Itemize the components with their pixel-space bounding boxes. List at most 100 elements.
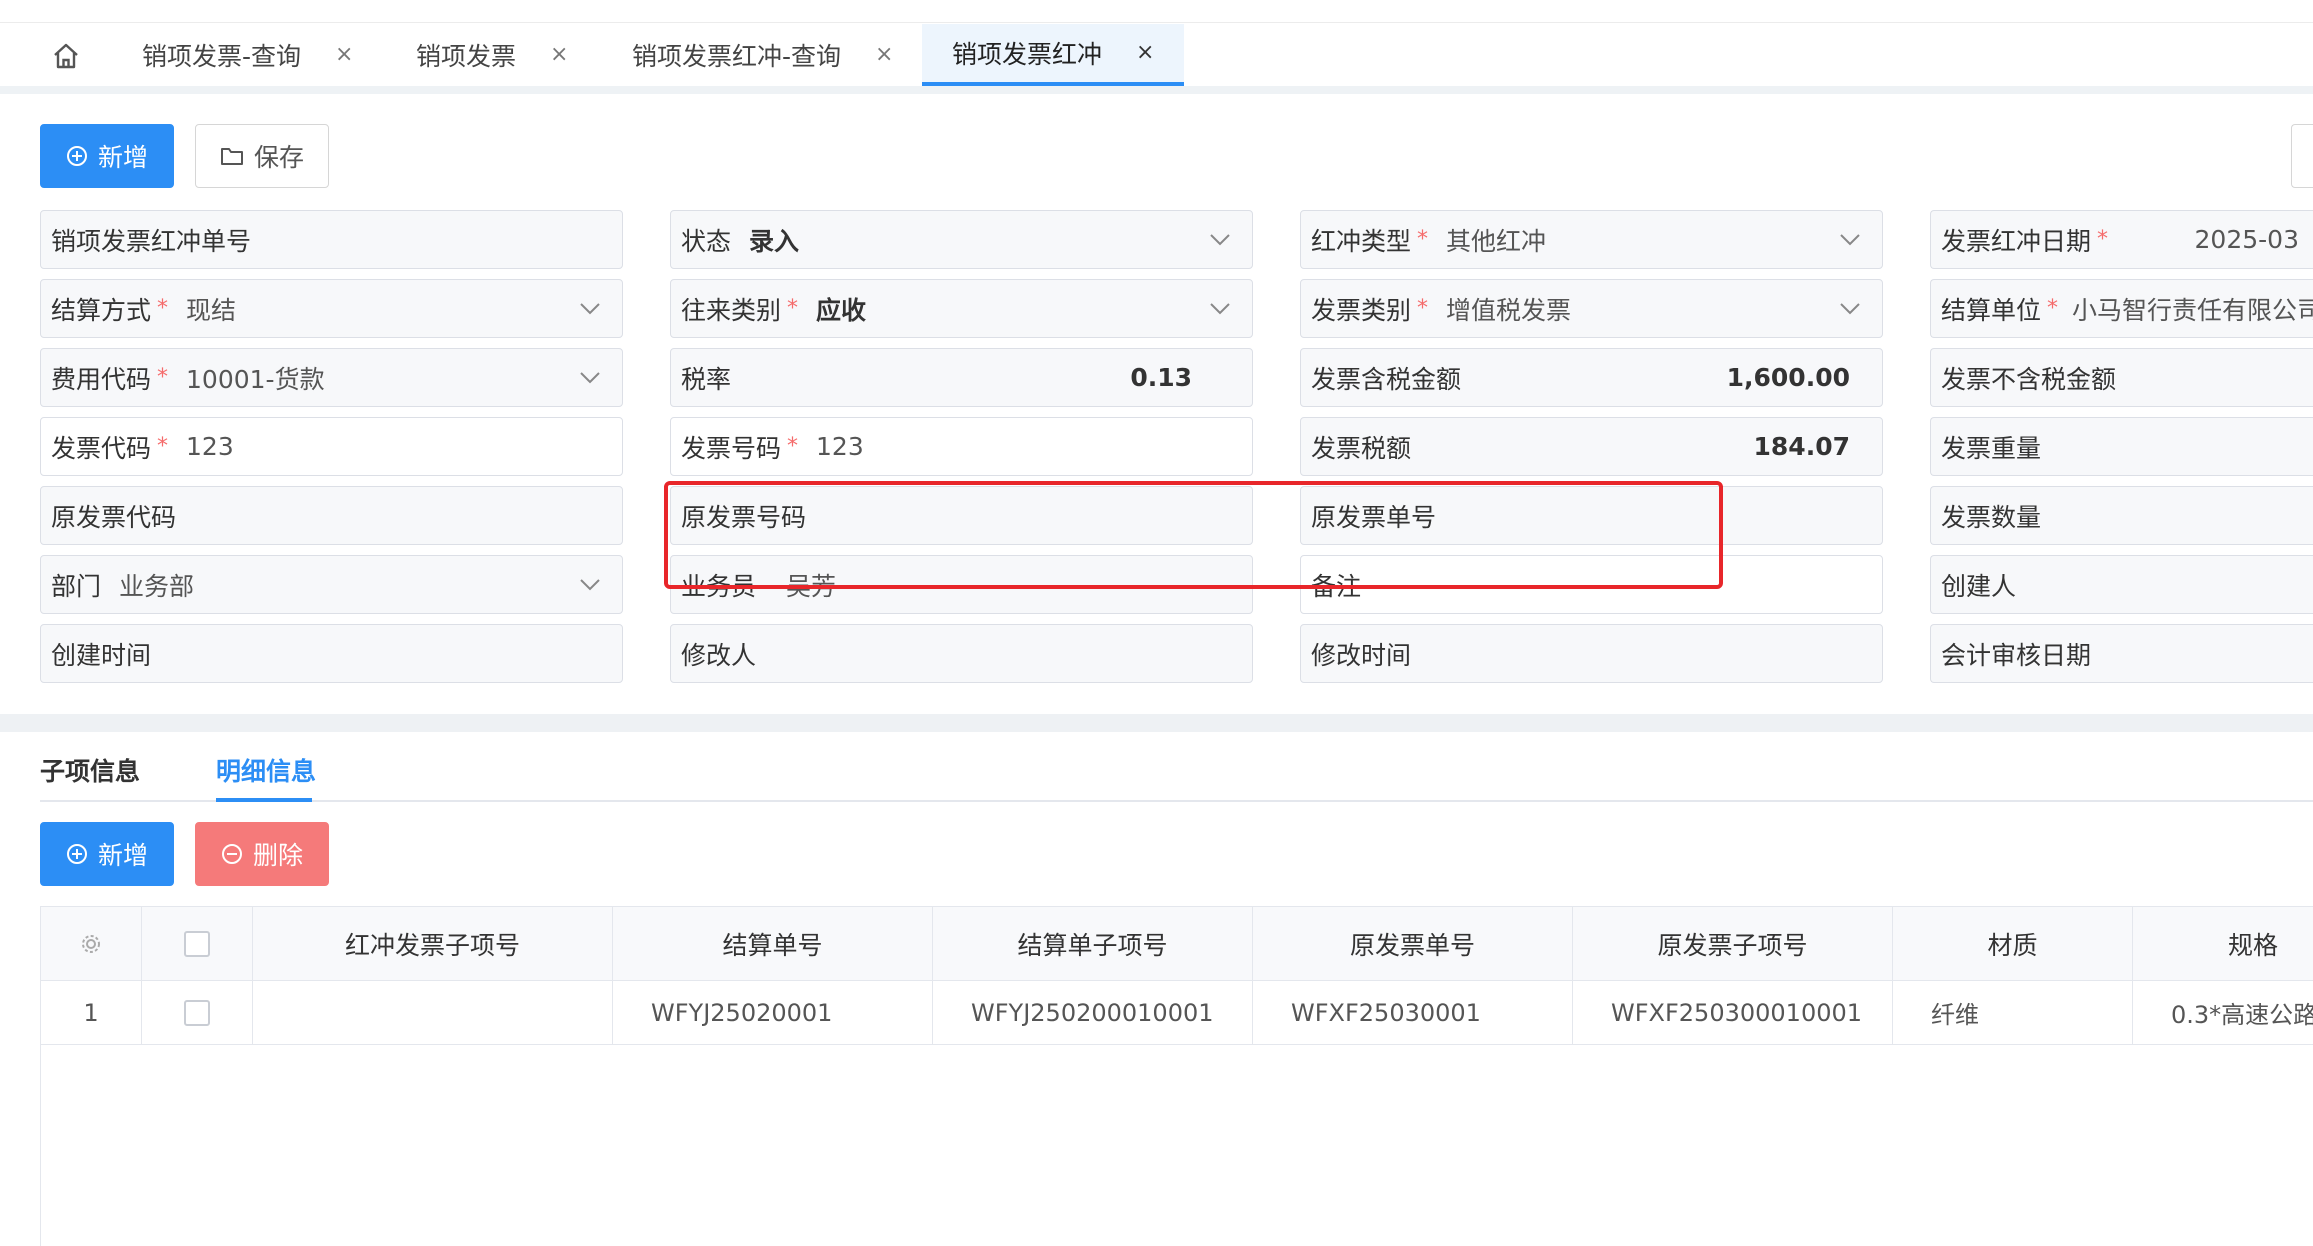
invoice-weight-field[interactable]: 发票重量 <box>1930 417 2313 476</box>
close-icon[interactable]: × <box>875 44 893 66</box>
salesman-field[interactable]: 业务员 吴芳 <box>670 555 1253 614</box>
chevron-down-icon <box>572 567 608 603</box>
field-value: 现结 <box>186 295 237 325</box>
field-label: 结算单位 <box>1941 295 2042 325</box>
red-type-select[interactable]: 红冲类型 * 其他红冲 <box>1300 210 1883 269</box>
table-cell[interactable]: WFYJ25020001 <box>613 981 933 1044</box>
header-select-all[interactable] <box>142 907 253 980</box>
tab-label: 销项发票红冲-查询 <box>632 42 842 71</box>
column-header[interactable]: 结算单子项号 <box>933 907 1253 980</box>
column-settings[interactable] <box>41 907 142 980</box>
row-select[interactable] <box>142 981 253 1044</box>
orig-invoice-code-field[interactable]: 原发票代码 <box>40 486 623 545</box>
field-label: 税率 <box>681 364 732 394</box>
column-header[interactable]: 红冲发票子项号 <box>253 907 613 980</box>
red-invoice-no-field[interactable]: 销项发票红冲单号 <box>40 210 623 269</box>
required-mark: * <box>1417 296 1429 321</box>
plus-circle-icon <box>66 146 87 166</box>
tab-label: 销项发票 <box>416 42 517 71</box>
tab-sales-invoice-red-query[interactable]: 销项发票红冲-查询 × <box>606 24 919 86</box>
field-value: 2025-03 <box>2194 225 2299 254</box>
remark-field[interactable]: 备注 <box>1300 555 1883 614</box>
detail-add-button[interactable]: 新增 <box>40 822 174 886</box>
more-button[interactable] <box>2291 124 2313 188</box>
tax-rate-field[interactable]: 税率 0.13 <box>670 348 1253 407</box>
close-icon[interactable]: × <box>335 44 353 66</box>
trade-type-select[interactable]: 往来类别 * 应收 <box>670 279 1253 338</box>
created-time-field[interactable]: 创建时间 <box>40 624 623 683</box>
table-row[interactable]: 1 WFYJ25020001 WFYJ250200010001 WFXF2503… <box>41 981 2313 1045</box>
tab-sales-invoice[interactable]: 销项发票 × <box>390 24 594 86</box>
row-checkbox[interactable] <box>184 999 210 1026</box>
invoice-type-select[interactable]: 发票类别 * 增值税发票 <box>1300 279 1883 338</box>
close-icon[interactable]: × <box>1136 42 1154 64</box>
orig-invoice-doc-no-field[interactable]: 原发票单号 <box>1300 486 1883 545</box>
table-cell[interactable]: WFXF250300010001 <box>1573 981 1893 1044</box>
settle-method-select[interactable]: 结算方式 * 现结 <box>40 279 623 338</box>
field-label: 修改时间 <box>1311 640 1412 670</box>
invoice-number-field[interactable]: 发票号码 * 123 <box>670 417 1253 476</box>
chevron-down-icon <box>1202 291 1238 327</box>
required-mark: * <box>157 365 169 390</box>
required-mark: * <box>2047 296 2059 321</box>
department-select[interactable]: 部门 业务部 <box>40 555 623 614</box>
table-cell[interactable]: WFXF25030001 <box>1253 981 1573 1044</box>
tab-sales-invoice-query[interactable]: 销项发票-查询 × <box>116 24 379 86</box>
modifier-field[interactable]: 修改人 <box>670 624 1253 683</box>
field-value: 应收 <box>816 295 867 325</box>
invoice-code-field[interactable]: 发票代码 * 123 <box>40 417 623 476</box>
column-header[interactable]: 规格 <box>2133 907 2313 980</box>
tab-detail-info[interactable]: 明细信息 <box>216 752 316 788</box>
tab-bar: 销项发票-查询 × 销项发票 × 销项发票红冲-查询 × 销项发票红冲 × <box>0 0 2313 90</box>
column-header[interactable]: 结算单号 <box>613 907 933 980</box>
field-label: 红冲类型 <box>1311 226 1412 256</box>
field-value: 其他红冲 <box>1446 226 1547 256</box>
table-cell[interactable]: 纤维 <box>1893 981 2133 1044</box>
column-header[interactable]: 原发票子项号 <box>1573 907 1893 980</box>
required-mark: * <box>787 434 799 459</box>
add-button[interactable]: 新增 <box>40 124 174 188</box>
chevron-down-icon <box>572 360 608 396</box>
orig-invoice-number-field[interactable]: 原发票号码 <box>670 486 1253 545</box>
column-header[interactable]: 原发票单号 <box>1253 907 1573 980</box>
field-label: 原发票号码 <box>681 502 807 532</box>
fee-code-select[interactable]: 费用代码 * 10001-货款 <box>40 348 623 407</box>
home-icon <box>54 43 78 69</box>
tab-label: 销项发票红冲 <box>952 40 1103 69</box>
select-all-checkbox[interactable] <box>184 930 210 957</box>
chevron-down-icon <box>1832 291 1868 327</box>
red-date-picker[interactable]: 发票红冲日期 * 2025-03 <box>1930 210 2313 269</box>
field-label: 状态 <box>681 226 732 256</box>
field-label: 发票红冲日期 <box>1941 226 2092 256</box>
save-button-label: 保存 <box>253 143 304 172</box>
modified-time-field[interactable]: 修改时间 <box>1300 624 1883 683</box>
audit-date-field[interactable]: 会计审核日期 <box>1930 624 2313 683</box>
table-cell[interactable]: 0.3*高速公路 <box>2133 981 2313 1044</box>
settle-unit-field[interactable]: 结算单位 * 小马智行责任有限公司 <box>1930 279 2313 338</box>
status-select[interactable]: 状态 录入 <box>670 210 1253 269</box>
field-label: 发票税额 <box>1311 433 1412 463</box>
table-header: 红冲发票子项号 结算单号 结算单子项号 原发票单号 原发票子项号 材质 规格 <box>41 907 2313 981</box>
divider <box>0 714 2313 732</box>
save-button[interactable]: 保存 <box>195 124 329 188</box>
field-value: 10001-货款 <box>186 364 325 394</box>
tax-amount-field[interactable]: 发票税额 184.07 <box>1300 417 1883 476</box>
home-tab[interactable] <box>18 24 114 88</box>
column-header[interactable]: 材质 <box>1893 907 2133 980</box>
tab-sales-invoice-red[interactable]: 销项发票红冲 × <box>922 24 1184 86</box>
creator-field[interactable]: 创建人 <box>1930 555 2313 614</box>
amount-excl-tax-field[interactable]: 发票不含税金额 <box>1930 348 2313 407</box>
folder-icon <box>220 148 243 165</box>
detail-delete-button[interactable]: 删除 <box>195 822 329 886</box>
chevron-down-icon <box>572 291 608 327</box>
tab-sub-items[interactable]: 子项信息 <box>40 752 140 788</box>
field-label: 业务员 <box>681 571 757 601</box>
field-value: 1,600.00 <box>1726 363 1850 392</box>
table-cell[interactable] <box>253 981 613 1044</box>
divider <box>0 22 2313 23</box>
close-icon[interactable]: × <box>550 44 568 66</box>
invoice-qty-field[interactable]: 发票数量 <box>1930 486 2313 545</box>
gear-icon <box>82 934 100 953</box>
table-cell[interactable]: WFYJ250200010001 <box>933 981 1253 1044</box>
amount-incl-tax-field[interactable]: 发票含税金额 1,600.00 <box>1300 348 1883 407</box>
